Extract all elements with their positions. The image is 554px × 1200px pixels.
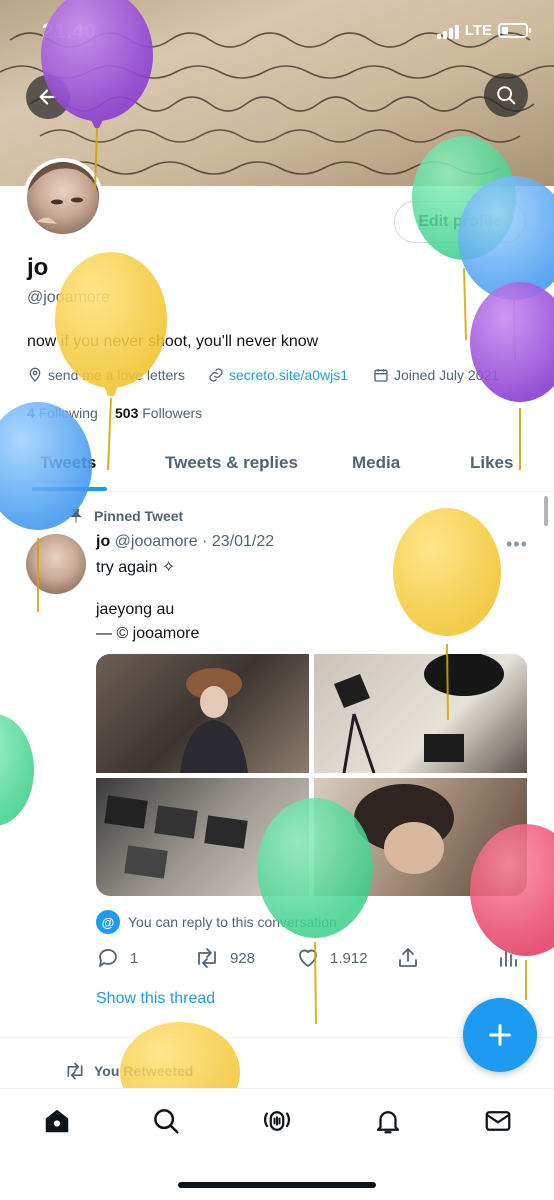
profile-handle: @jooamore bbox=[27, 289, 110, 306]
analytics-icon bbox=[500, 951, 517, 967]
reply-permission-note: @ You can reply to this conversation bbox=[96, 910, 337, 934]
status-indicators: LTE bbox=[436, 22, 531, 39]
media-photo-2[interactable] bbox=[314, 654, 527, 774]
person-figure bbox=[180, 668, 248, 773]
notifications-icon bbox=[376, 1111, 400, 1134]
nav-messages[interactable] bbox=[482, 1105, 514, 1137]
tweet-avatar[interactable] bbox=[26, 534, 86, 594]
link-icon bbox=[209, 368, 223, 382]
retweet-small-icon bbox=[67, 1062, 83, 1080]
reply-button[interactable]: 1 bbox=[96, 946, 138, 970]
tweet-author-name[interactable]: jo bbox=[96, 533, 110, 550]
battery-icon bbox=[498, 23, 531, 38]
pin-icon bbox=[70, 508, 82, 523]
followers-label: Followers bbox=[142, 405, 203, 421]
nav-home[interactable] bbox=[41, 1105, 73, 1137]
status-bar: 21.40 LTE bbox=[0, 0, 554, 60]
plus-icon bbox=[489, 1024, 511, 1046]
pinned-text: Pinned Tweet bbox=[94, 508, 184, 524]
tab-media[interactable]: Media bbox=[352, 453, 400, 473]
profile-tabs: Tweets Tweets & replies Media Likes bbox=[0, 437, 554, 492]
following-link[interactable]: 4 Following bbox=[27, 405, 98, 421]
profile-website[interactable]: secreto.site/a0wjs1 bbox=[208, 367, 348, 383]
profile-bio: now if you never shoot, you'll never kno… bbox=[27, 333, 319, 350]
tweet-author-handle: @jooamore bbox=[114, 533, 198, 550]
followers-count: 503 bbox=[115, 405, 139, 421]
profile-avatar[interactable] bbox=[23, 158, 103, 238]
following-label: Following bbox=[38, 405, 98, 421]
messages-icon bbox=[485, 1111, 511, 1131]
balloon-green-2 bbox=[0, 714, 34, 826]
like-button[interactable]: 1.912 bbox=[296, 946, 368, 970]
retweeted-label: You Retweeted bbox=[64, 1061, 193, 1081]
studio-light-figure bbox=[334, 654, 504, 774]
at-icon: @ bbox=[96, 910, 120, 934]
tab-tweets[interactable]: Tweets bbox=[40, 453, 96, 473]
tweet-media-grid[interactable] bbox=[96, 654, 527, 896]
reply-note-text: You can reply to this conversation bbox=[128, 914, 337, 930]
tweet-line-3: — © jooamore bbox=[96, 625, 200, 642]
network-type: LTE bbox=[464, 22, 492, 39]
joined-text: Joined July 2021 bbox=[394, 367, 500, 383]
home-indicator bbox=[178, 1182, 376, 1188]
profile-name: jo bbox=[27, 254, 49, 281]
calendar-icon bbox=[374, 369, 388, 382]
share-icon bbox=[399, 948, 417, 967]
tab-likes[interactable]: Likes bbox=[470, 453, 513, 473]
spaces-icon bbox=[264, 1111, 290, 1131]
retweet-button[interactable]: 928 bbox=[194, 946, 255, 970]
followers-link[interactable]: 503 Followers bbox=[115, 405, 202, 421]
explore-icon bbox=[154, 1109, 179, 1134]
website-link[interactable]: secreto.site/a0wjs1 bbox=[229, 367, 348, 383]
media-photo-4[interactable] bbox=[314, 778, 527, 896]
battery-fill bbox=[502, 27, 508, 34]
tab-tweets-replies[interactable]: Tweets & replies bbox=[165, 453, 298, 473]
nav-notifications[interactable] bbox=[372, 1105, 404, 1137]
media-photo-1[interactable] bbox=[96, 654, 309, 773]
scrollbar[interactable] bbox=[544, 496, 548, 526]
tweet-date: · 23/01/22 bbox=[202, 533, 275, 550]
show-thread-link[interactable]: Show this thread bbox=[96, 990, 215, 1008]
film-strips-figure bbox=[104, 795, 248, 879]
share-button[interactable] bbox=[396, 946, 420, 970]
signal-icon bbox=[436, 23, 459, 39]
search-icon bbox=[497, 86, 516, 105]
avatar-photo bbox=[27, 162, 99, 224]
nav-spaces[interactable] bbox=[261, 1105, 293, 1137]
heart-icon bbox=[299, 949, 317, 967]
location-text: send me a love letters bbox=[48, 367, 185, 383]
reply-icon bbox=[99, 949, 117, 967]
analytics-button[interactable] bbox=[498, 946, 520, 970]
retweet-count: 928 bbox=[230, 949, 256, 967]
like-count: 1.912 bbox=[330, 949, 368, 967]
following-count: 4 bbox=[27, 405, 35, 421]
active-tab-indicator bbox=[32, 487, 107, 491]
profile-location: send me a love letters bbox=[27, 367, 185, 383]
pinned-label: Pinned Tweet bbox=[68, 508, 183, 524]
retweet-icon bbox=[198, 948, 216, 968]
retweeted-text: You Retweeted bbox=[94, 1063, 194, 1079]
status-time: 21.40 bbox=[42, 20, 97, 43]
location-pin-icon bbox=[29, 367, 41, 382]
compose-tweet-button[interactable] bbox=[463, 998, 537, 1072]
tweet-line-1: try again ✧ bbox=[96, 559, 176, 576]
home-icon bbox=[45, 1109, 69, 1133]
profile-joined: Joined July 2021 bbox=[373, 367, 499, 383]
reply-count: 1 bbox=[130, 949, 139, 967]
nav-explore[interactable] bbox=[150, 1105, 182, 1137]
more-options-icon[interactable]: ••• bbox=[506, 534, 528, 555]
portrait-figure bbox=[354, 784, 454, 874]
arrow-left-icon bbox=[39, 89, 57, 105]
back-button[interactable] bbox=[26, 75, 70, 119]
tweet-header: jo @jooamore · 23/01/22 bbox=[96, 533, 274, 551]
search-button[interactable] bbox=[484, 73, 528, 117]
media-photo-3[interactable] bbox=[96, 778, 309, 896]
tweet-line-2: jaeyong au bbox=[96, 601, 175, 618]
edit-profile-button[interactable]: Edit profile bbox=[394, 201, 526, 243]
